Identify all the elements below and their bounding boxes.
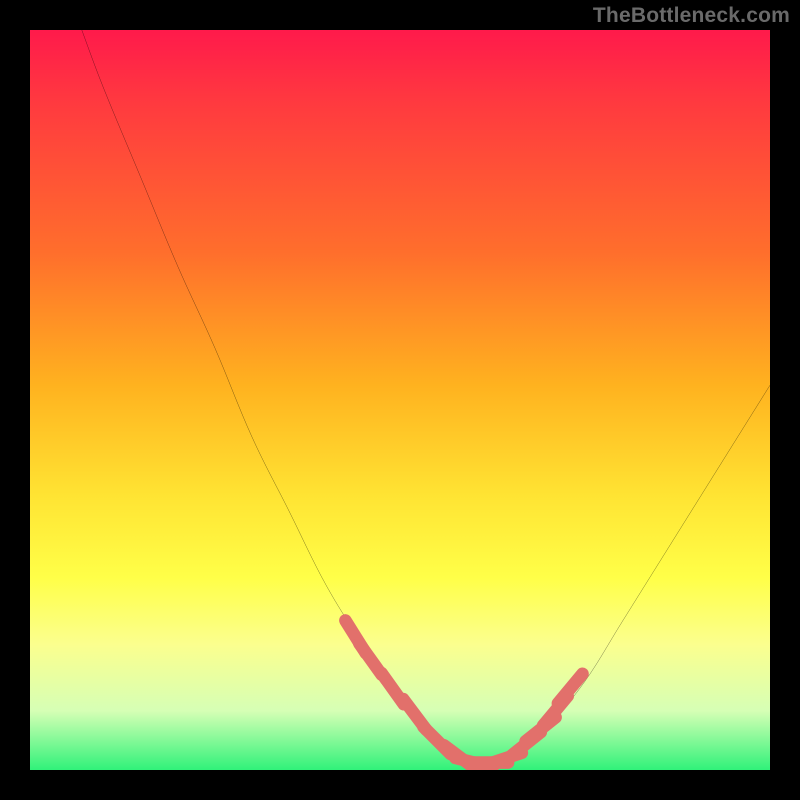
watermark-label: TheBottleneck.com bbox=[593, 4, 790, 28]
chart-svg bbox=[30, 30, 770, 770]
plot-area bbox=[30, 30, 770, 770]
marker-group bbox=[345, 620, 582, 768]
bottleneck-curve bbox=[82, 30, 770, 763]
chart-stage: TheBottleneck.com bbox=[0, 0, 800, 800]
